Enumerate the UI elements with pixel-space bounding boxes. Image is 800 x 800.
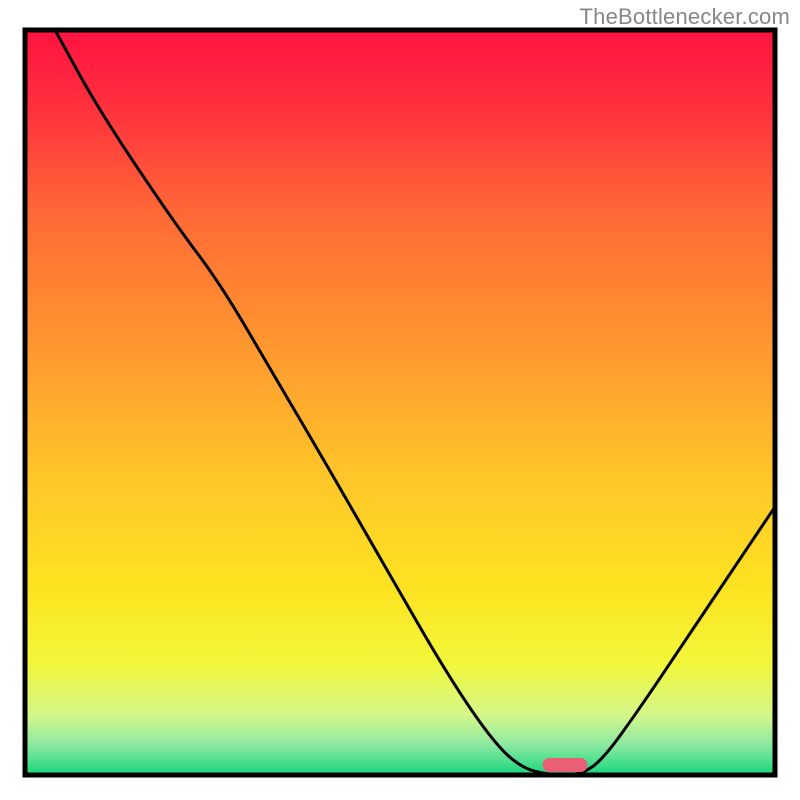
- optimal-marker: [543, 758, 588, 772]
- chart-container: { "watermark": "TheBottlenecker.com", "c…: [0, 0, 800, 800]
- watermark-text: TheBottlenecker.com: [580, 4, 790, 30]
- bottleneck-chart: [0, 0, 800, 800]
- gradient-background: [25, 30, 775, 775]
